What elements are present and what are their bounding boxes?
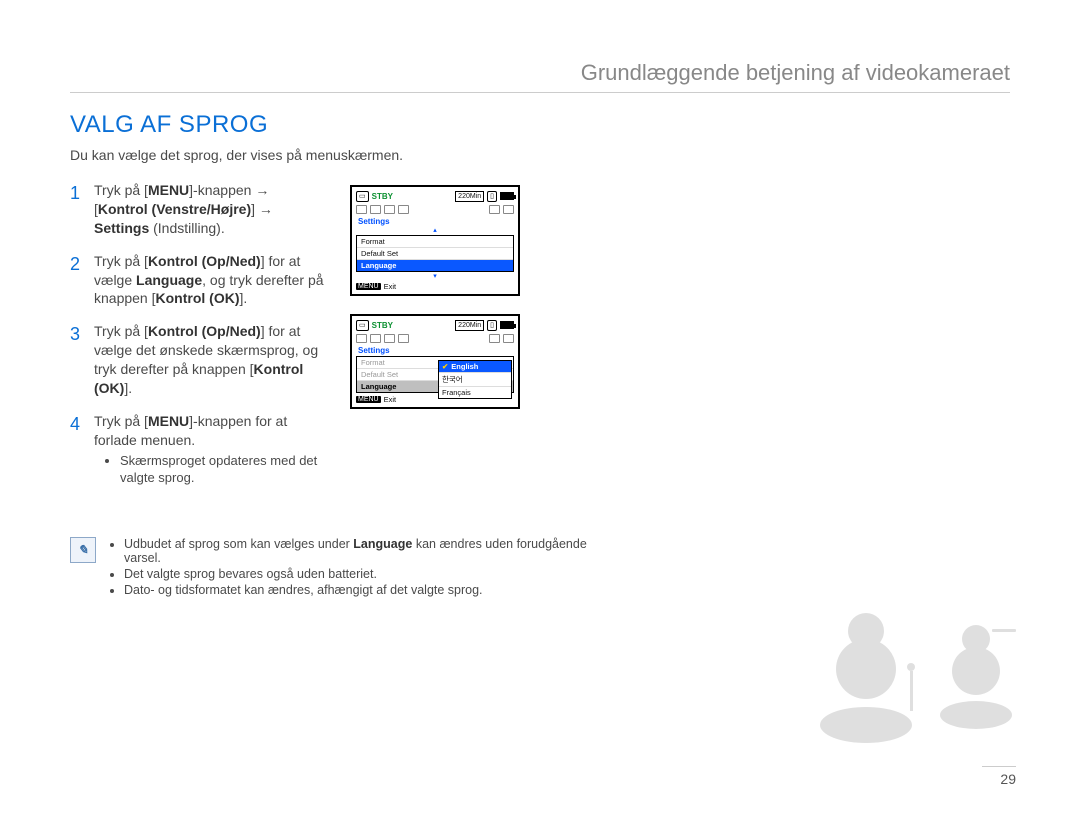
stby-label: STBY	[372, 192, 393, 201]
decorative-silhouette	[806, 585, 1036, 745]
settings-header: Settings	[358, 217, 514, 226]
step-2: 2 Tryk på [Kontrol (Op/Ned)] for at vælg…	[70, 252, 330, 309]
step-body: Tryk på [Kontrol (Op/Ned)] for at vælge …	[94, 252, 330, 309]
exit-label: Exit	[384, 282, 397, 291]
mode-icons	[356, 204, 514, 215]
step-4-bullet: Skærmsproget opdateres med det valgte sp…	[120, 452, 330, 487]
exit-label: Exit	[384, 395, 397, 404]
note-icon: ✎	[70, 537, 96, 563]
scroll-down-icon: ▾	[356, 272, 514, 280]
scroll-up-icon: ▴	[356, 226, 514, 234]
lcd-screen-2: ▭ STBY 220Min ▯ Settings Format Default …	[350, 314, 520, 409]
note-item: Udbudet af sprog som kan vælges under La…	[124, 537, 590, 565]
lcd-illustrations: ▭ STBY 220Min ▯ Settings ▴ Format Defaul…	[350, 181, 560, 503]
step-body: Tryk på [MENU]-knappen → [Kontrol (Venst…	[94, 181, 273, 238]
section-title: VALG AF SPROG	[70, 111, 1010, 139]
card-icon: ▯	[487, 191, 497, 202]
battery-icon	[500, 192, 514, 200]
menu-item-format: Format	[357, 236, 513, 248]
note-box: ✎ Udbudet af sprog som kan vælges under …	[70, 537, 590, 599]
battery-icon	[500, 321, 514, 329]
remaining-time: 220Min	[455, 191, 484, 202]
intro-text: Du kan vælge det sprog, der vises på men…	[70, 147, 1010, 163]
check-icon: ✔	[442, 362, 448, 371]
sd-icon: ▭	[356, 191, 369, 202]
step-number: 2	[70, 252, 84, 309]
step-body: Tryk på [Kontrol (Op/Ned)] for at vælge …	[94, 322, 330, 398]
settings-menu: Format Default Set Language	[356, 235, 514, 272]
step-number: 3	[70, 322, 84, 398]
lang-option-english: ✔English	[439, 361, 511, 373]
step-3: 3 Tryk på [Kontrol (Op/Ned)] for at vælg…	[70, 322, 330, 398]
language-popup: ✔English 한국어 Français	[438, 360, 512, 399]
chapter-title: Grundlæggende betjening af videokameraet	[70, 60, 1010, 93]
note-item: Dato- og tidsformatet kan ændres, afhæng…	[124, 583, 590, 597]
remaining-time: 220Min	[455, 320, 484, 331]
step-number: 1	[70, 181, 84, 238]
step-number: 4	[70, 412, 84, 489]
menu-item-language: Language	[357, 260, 513, 271]
page-number: 29	[982, 766, 1016, 787]
menu-button-icon: MENU	[356, 283, 381, 290]
card-icon: ▯	[487, 320, 497, 331]
mode-icons	[356, 333, 514, 344]
lcd-screen-1: ▭ STBY 220Min ▯ Settings ▴ Format Defaul…	[350, 185, 520, 296]
sd-icon: ▭	[356, 320, 369, 331]
menu-button-icon: MENU	[356, 396, 381, 403]
step-body: Tryk på [MENU]-knappen for at forlade me…	[94, 412, 330, 489]
lang-option-korean: 한국어	[439, 373, 511, 387]
settings-header: Settings	[358, 346, 514, 355]
steps-list: 1 Tryk på [MENU]-knappen → [Kontrol (Ven…	[70, 181, 330, 503]
note-item: Det valgte sprog bevares også uden batte…	[124, 567, 590, 581]
step-1: 1 Tryk på [MENU]-knappen → [Kontrol (Ven…	[70, 181, 330, 238]
lang-option-francais: Français	[439, 387, 511, 398]
menu-item-default-set: Default Set	[357, 248, 513, 260]
step-4: 4 Tryk på [MENU]-knappen for at forlade …	[70, 412, 330, 489]
stby-label: STBY	[372, 321, 393, 330]
